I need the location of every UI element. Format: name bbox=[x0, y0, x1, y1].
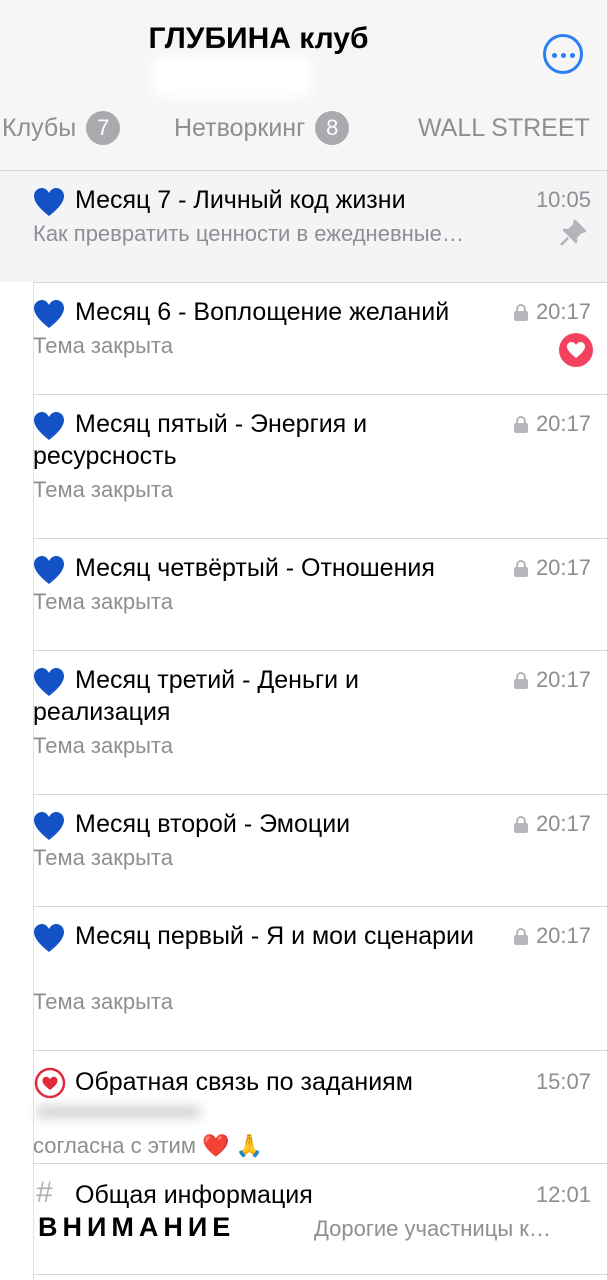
blue-heart-icon bbox=[34, 556, 64, 584]
topic-title: Месяц третий - Деньги и реализация bbox=[33, 666, 359, 726]
topic-last-message: Дорогие участницы к… bbox=[314, 1216, 551, 1241]
topic-title: Общая информация bbox=[75, 1181, 313, 1209]
hashtag-icon: # bbox=[36, 1176, 53, 1209]
topic-time-wrap: 20:17 bbox=[513, 811, 591, 837]
topic-title: Месяц первый - Я и мои сценарии bbox=[75, 922, 474, 950]
topic-time: 20:17 bbox=[535, 667, 591, 692]
topic-time: 20:17 bbox=[535, 299, 591, 324]
tab-networking[interactable]: Нетворкинг 8 bbox=[174, 108, 350, 148]
topic-time: 12:01 bbox=[535, 1182, 591, 1207]
topic-title: Месяц 7 - Личный код жизни bbox=[75, 186, 406, 214]
topic-time: 15:07 bbox=[535, 1069, 591, 1094]
lock-icon bbox=[513, 415, 528, 433]
topic-time-wrap: 20:17 bbox=[513, 667, 591, 693]
lock-icon bbox=[513, 559, 528, 577]
tab-count-badge: 7 bbox=[86, 111, 121, 145]
topic-time: 20:17 bbox=[535, 411, 591, 436]
topic-title: Месяц второй - Эмоции bbox=[75, 810, 351, 838]
topic-time: 20:17 bbox=[535, 555, 591, 580]
tab-label: Клубы bbox=[2, 113, 77, 142]
lock-icon bbox=[513, 815, 528, 833]
lock-icon bbox=[513, 671, 528, 689]
topic-time-wrap: 20:17 bbox=[513, 299, 591, 325]
topic-row[interactable]: Месяц второй - Эмоции 20:17 Тема закрыта bbox=[0, 795, 607, 906]
top-bar: ГЛУБИНА клуб Клубы 7 Нетворкинг 8 WALL S… bbox=[0, 0, 607, 170]
blurred-subtitle bbox=[152, 56, 312, 98]
row-divider bbox=[33, 1274, 607, 1275]
topic-row[interactable]: Месяц 6 - Воплощение желаний 20:17 Тема … bbox=[0, 283, 607, 394]
topic-last-message: Тема закрыта bbox=[33, 589, 173, 614]
topic-time-wrap: 20:17 bbox=[513, 555, 591, 581]
red-heart-circle-icon bbox=[34, 1067, 66, 1099]
topic-last-message: Тема закрыта bbox=[33, 845, 173, 870]
tab-wall-street[interactable]: WALL STREET bbox=[418, 108, 590, 148]
tab-clubs[interactable]: Клубы 7 bbox=[2, 108, 121, 148]
dot-icon bbox=[552, 53, 557, 58]
dot-icon bbox=[570, 53, 575, 58]
topic-time: 20:17 bbox=[535, 923, 591, 948]
topic-last-message: согласна с этим ❤️ 🙏 bbox=[33, 1133, 263, 1158]
topic-last-message-bold: ВНИМАНИЕ bbox=[38, 1212, 236, 1242]
topic-last-message: Тема закрыта bbox=[33, 989, 173, 1014]
tab-count-badge: 8 bbox=[315, 111, 350, 145]
blue-heart-icon bbox=[34, 188, 64, 216]
lock-icon bbox=[513, 927, 528, 945]
more-options-button[interactable] bbox=[543, 34, 583, 74]
topic-row[interactable]: Месяц пятый - Энергия и ресурсность 20:1… bbox=[0, 395, 607, 538]
group-title: ГЛУБИНА клуб bbox=[148, 22, 369, 55]
topic-time: 20:17 bbox=[535, 811, 591, 836]
topic-last-message: Тема закрыта bbox=[33, 477, 173, 502]
topic-last-message: Как превратить ценности в ежедневные… bbox=[33, 221, 464, 246]
blurred-sender-name bbox=[36, 1105, 201, 1119]
topic-row[interactable]: Месяц первый - Я и мои сценарии 20:17 Те… bbox=[0, 907, 607, 1050]
heart-icon bbox=[567, 342, 585, 358]
topic-title: Обратная связь по заданиям bbox=[75, 1068, 413, 1096]
topic-row[interactable]: Месяц четвёртый - Отношения 20:17 Тема з… bbox=[0, 539, 607, 650]
topic-row[interactable]: Месяц 7 - Личный код жизни 10:05 Как пре… bbox=[0, 171, 607, 282]
tab-label: Нетворкинг bbox=[174, 113, 306, 142]
blue-heart-icon bbox=[34, 300, 64, 328]
topic-title: Месяц четвёртый - Отношения bbox=[75, 554, 435, 582]
lock-icon bbox=[513, 303, 528, 321]
folder-tabs: Клубы 7 Нетворкинг 8 WALL STREET bbox=[0, 108, 607, 148]
topic-time-wrap: 20:17 bbox=[513, 411, 591, 437]
topic-row[interactable]: Обратная связь по заданиям 15:07 согласн… bbox=[0, 1051, 607, 1163]
topic-row[interactable]: Месяц третий - Деньги и реализация 20:17… bbox=[0, 651, 607, 794]
topic-time-wrap: 20:17 bbox=[513, 923, 591, 949]
dot-icon bbox=[561, 53, 566, 58]
topic-time: 10:05 bbox=[535, 187, 591, 212]
pin-icon bbox=[560, 219, 587, 246]
topic-last-message: Тема закрыта bbox=[33, 333, 173, 358]
topic-row[interactable]: # Общая информация 12:01 ВНИМАНИЕ Дороги… bbox=[0, 1164, 607, 1274]
topic-last-message: Тема закрыта bbox=[33, 733, 173, 758]
topic-title: Месяц 6 - Воплощение желаний bbox=[75, 298, 450, 326]
topic-title: Месяц пятый - Энергия и ресурсность bbox=[33, 410, 368, 470]
tab-label: WALL STREET bbox=[418, 113, 590, 142]
reaction-badge[interactable] bbox=[559, 333, 593, 367]
blue-heart-icon bbox=[34, 812, 64, 840]
